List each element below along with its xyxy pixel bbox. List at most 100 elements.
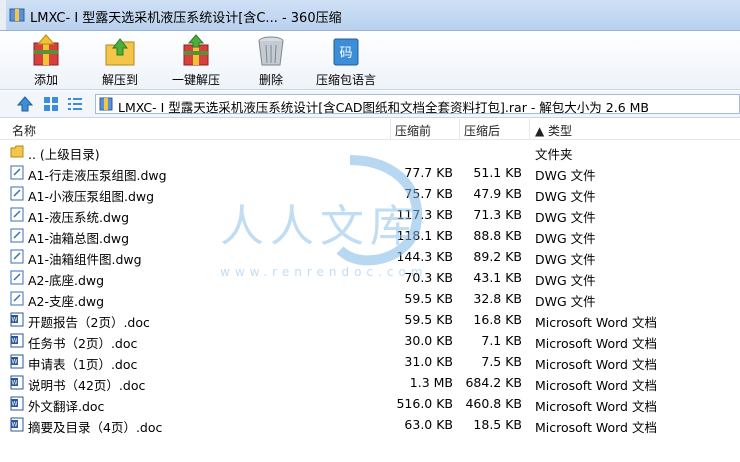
- svg-text:W: W: [12, 422, 18, 429]
- column-size-header[interactable]: 压缩前: [395, 122, 431, 139]
- address-bar: LMXC- I 型露天选采机液压系统设计[含CAD图纸和文档全套资料打包].ra…: [0, 91, 740, 118]
- archive-language-icon: 码: [333, 38, 359, 66]
- file-name: A1-油箱总图.dwg: [28, 231, 130, 246]
- file-size: 70.3 KB: [404, 270, 453, 285]
- word-doc-icon: W: [10, 354, 24, 369]
- dwg-file-icon: [10, 207, 24, 222]
- file-size: 144.3 KB: [396, 249, 453, 264]
- extract-to-label: 解压到: [101, 73, 138, 87]
- table-row[interactable]: W 摘要及目录（4页）.doc 63.0 KB 18.5 KB Microsof…: [0, 414, 740, 435]
- add-button[interactable]: 添加: [11, 33, 81, 88]
- file-packed-size: 32.8 KB: [473, 291, 522, 306]
- archive-app-icon: [9, 8, 25, 22]
- column-divider[interactable]: [529, 119, 530, 139]
- list-view-icon[interactable]: [66, 95, 84, 113]
- up-arrow-icon[interactable]: [16, 95, 34, 113]
- file-size: 77.7 KB: [404, 165, 453, 180]
- file-list: .. (上级目录) 文件夹 A1-行走液压泵组图.dwg 77.7 KB 51.…: [0, 141, 740, 435]
- file-packed-size: 47.9 KB: [473, 186, 522, 201]
- toolbar: 添加 解压到 一键解压 删除 码 压缩包语言: [0, 31, 740, 90]
- file-type: DWG 文件: [535, 168, 596, 183]
- table-row[interactable]: A1-行走液压泵组图.dwg 77.7 KB 51.1 KB DWG 文件: [0, 162, 740, 183]
- dwg-file-icon: [10, 228, 24, 243]
- table-row[interactable]: A1-小液压泵组图.dwg 75.7 KB 47.9 KB DWG 文件: [0, 183, 740, 204]
- file-size: 63.0 KB: [404, 417, 453, 432]
- dwg-file-icon: [10, 270, 24, 285]
- file-type: Microsoft Word 文档: [535, 315, 657, 330]
- file-packed-size: 18.5 KB: [473, 417, 522, 432]
- file-name: 外文翻译.doc: [28, 399, 105, 414]
- file-type: DWG 文件: [535, 273, 596, 288]
- svg-text:码: 码: [339, 46, 352, 61]
- dwg-file-icon: [10, 186, 24, 201]
- file-packed-size: 89.2 KB: [473, 249, 522, 264]
- file-type: Microsoft Word 文档: [535, 378, 657, 393]
- file-size: 30.0 KB: [404, 333, 453, 348]
- table-row[interactable]: .. (上级目录) 文件夹: [0, 141, 740, 162]
- archive-language-label: 压缩包语言: [315, 73, 376, 87]
- word-doc-icon: W: [10, 312, 24, 327]
- table-row[interactable]: A2-底座.dwg 70.3 KB 43.1 KB DWG 文件: [0, 267, 740, 288]
- folder-icon: [10, 145, 24, 158]
- file-size: 75.7 KB: [404, 186, 453, 201]
- file-type: Microsoft Word 文档: [535, 357, 657, 372]
- delete-label: 删除: [258, 73, 283, 87]
- table-row[interactable]: A1-液压系统.dwg 117.3 KB 71.3 KB DWG 文件: [0, 204, 740, 225]
- window-edge: [0, 0, 6, 30]
- file-type: 文件夹: [535, 147, 573, 162]
- word-doc-icon: W: [10, 333, 24, 348]
- word-doc-icon: W: [10, 417, 24, 432]
- file-packed-size: 16.8 KB: [473, 312, 522, 327]
- address-path-field[interactable]: LMXC- I 型露天选采机液压系统设计[含CAD图纸和文档全套资料打包].ra…: [95, 94, 740, 115]
- table-row[interactable]: A2-支座.dwg 59.5 KB 32.8 KB DWG 文件: [0, 288, 740, 309]
- file-type: Microsoft Word 文档: [535, 336, 657, 351]
- one-click-extract-button[interactable]: 一键解压: [161, 33, 231, 88]
- table-row[interactable]: W 开题报告（2页）.doc 59.5 KB 16.8 KB Microsoft…: [0, 309, 740, 330]
- file-name: A1-液压系统.dwg: [28, 210, 130, 225]
- one-click-extract-icon: [183, 34, 209, 66]
- dwg-file-icon: [10, 165, 24, 180]
- svg-text:W: W: [12, 380, 18, 387]
- column-divider[interactable]: [390, 119, 391, 139]
- add-label: 添加: [33, 73, 58, 87]
- window-title: LMXC- I 型露天选采机液压系统设计[含C... - 360压缩: [30, 11, 342, 26]
- column-divider[interactable]: [459, 119, 460, 139]
- trash-bin-icon: [258, 36, 284, 66]
- column-name-header[interactable]: 名称: [12, 122, 36, 139]
- table-row[interactable]: W 任务书（2页）.doc 30.0 KB 7.1 KB Microsoft W…: [0, 330, 740, 351]
- title-bar: LMXC- I 型露天选采机液压系统设计[含C... - 360压缩: [0, 0, 740, 31]
- file-name: A1-油箱组件图.dwg: [28, 252, 142, 267]
- svg-text:W: W: [12, 359, 18, 366]
- file-packed-size: 684.2 KB: [465, 375, 522, 390]
- svg-text:W: W: [12, 401, 18, 408]
- word-doc-icon: W: [10, 375, 24, 390]
- file-type: Microsoft Word 文档: [535, 399, 657, 414]
- file-packed-size: 460.8 KB: [465, 396, 522, 411]
- table-row[interactable]: A1-油箱总图.dwg 118.1 KB 88.8 KB DWG 文件: [0, 225, 740, 246]
- table-row[interactable]: W 申请表（1页）.doc 31.0 KB 7.5 KB Microsoft W…: [0, 351, 740, 372]
- file-packed-size: 7.1 KB: [481, 333, 522, 348]
- delete-button[interactable]: 删除: [236, 33, 306, 88]
- file-size: 59.5 KB: [404, 312, 453, 327]
- file-name: .. (上级目录): [28, 147, 100, 162]
- extract-to-button[interactable]: 解压到: [85, 33, 155, 88]
- column-header-row: 名称 压缩前 压缩后 ▲ 类型: [0, 119, 740, 140]
- file-name: 开题报告（2页）.doc: [28, 315, 150, 330]
- file-size: 31.0 KB: [404, 354, 453, 369]
- file-packed-size: 7.5 KB: [481, 354, 522, 369]
- svg-text:W: W: [12, 317, 18, 324]
- file-type: DWG 文件: [535, 294, 596, 309]
- thumbnail-view-icon[interactable]: [42, 95, 60, 113]
- word-doc-icon: W: [10, 396, 24, 411]
- table-row[interactable]: A1-油箱组件图.dwg 144.3 KB 89.2 KB DWG 文件: [0, 246, 740, 267]
- archive-language-button[interactable]: 码 压缩包语言: [311, 33, 381, 88]
- file-type: DWG 文件: [535, 189, 596, 204]
- file-packed-size: 43.1 KB: [473, 270, 522, 285]
- file-size: 59.5 KB: [404, 291, 453, 306]
- file-packed-size: 51.1 KB: [473, 165, 522, 180]
- table-row[interactable]: W 外文翻译.doc 516.0 KB 460.8 KB Microsoft W…: [0, 393, 740, 414]
- column-packed-header[interactable]: 压缩后: [464, 122, 500, 139]
- file-name: 说明书（42页）.doc: [28, 378, 146, 393]
- table-row[interactable]: W 说明书（42页）.doc 1.3 MB 684.2 KB Microsoft…: [0, 372, 740, 393]
- column-type-header[interactable]: ▲ 类型: [535, 122, 572, 139]
